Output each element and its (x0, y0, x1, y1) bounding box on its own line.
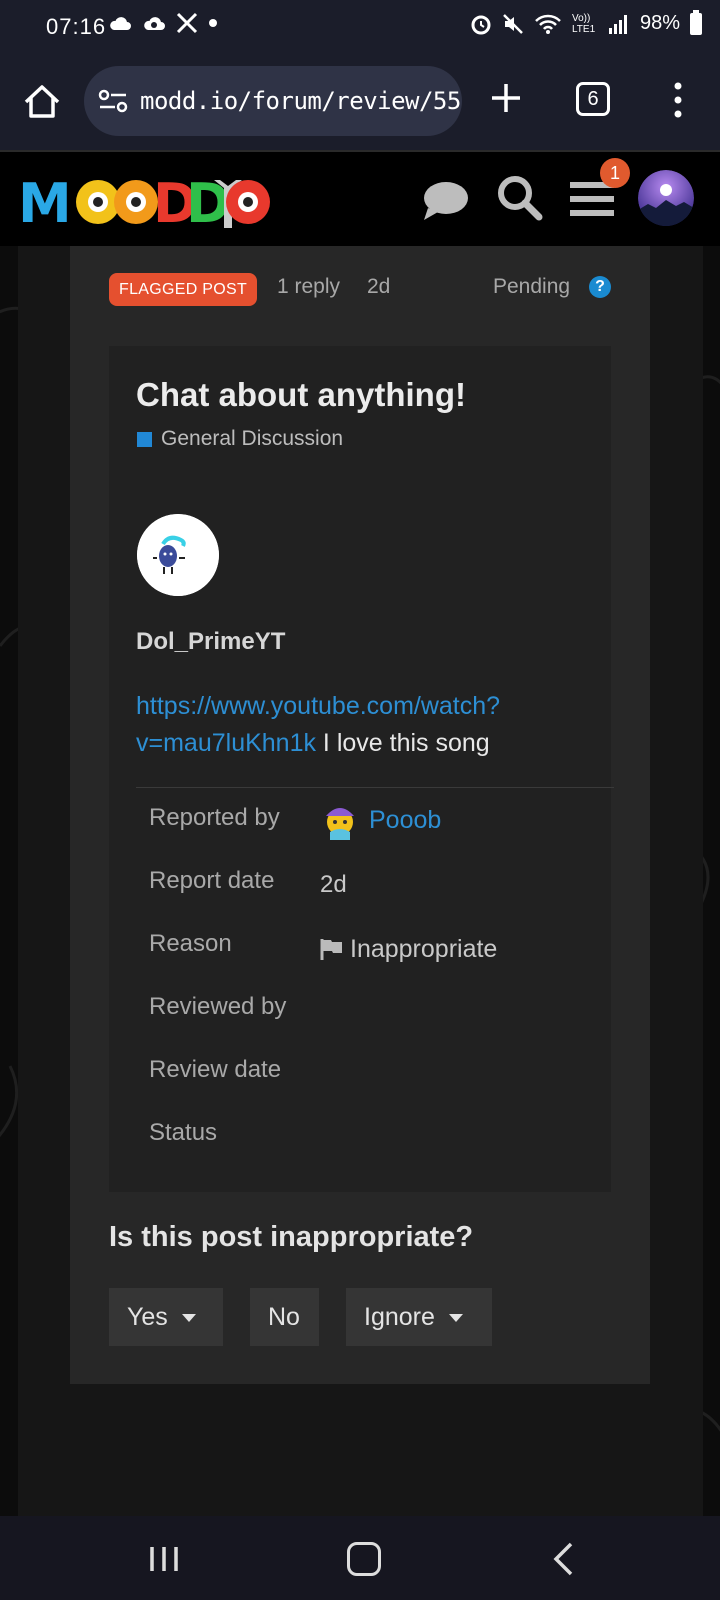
status-left-icons (108, 12, 218, 34)
caret-down-icon (448, 1314, 463, 1323)
status-bar: 07:16 Vo)) LTE1 98% (0, 0, 720, 52)
back-icon[interactable] (552, 1542, 574, 1576)
flag-icon (320, 939, 342, 960)
flagged-post-badge: FLAGGED POST (109, 273, 258, 306)
dot-icon (209, 19, 217, 27)
cloud-sync-icon (144, 17, 165, 30)
network-type: Vo)) LTE1 (571, 12, 596, 35)
yes-dropdown-button[interactable]: Yes (109, 1288, 223, 1346)
post-body: https://www.youtube.com/watch?v=mau7luKh… (136, 688, 586, 762)
no-button-label: No (268, 1303, 300, 1331)
chat-icon[interactable] (420, 178, 470, 222)
yes-button-label: Yes (127, 1303, 168, 1331)
author-username[interactable]: Dol_PrimeYT (136, 628, 285, 656)
divider (136, 787, 614, 788)
wifi-icon (535, 14, 561, 34)
no-button[interactable]: No (250, 1288, 319, 1346)
site-header: M D D 1 (0, 150, 720, 246)
recent-apps-icon[interactable] (149, 1545, 179, 1573)
review-date-label: Review date (149, 1056, 282, 1083)
post-age: 2d (367, 275, 391, 298)
new-tab-icon[interactable] (488, 80, 524, 116)
status-label: Status (149, 1119, 218, 1146)
battery-percent: 98% (639, 12, 680, 34)
address-bar[interactable]: modd.io/forum/review/55 (84, 66, 462, 136)
ignore-button-label: Ignore (364, 1303, 435, 1331)
url-text[interactable]: modd.io/forum/review/55 (140, 87, 461, 115)
user-avatar-icon[interactable] (638, 170, 694, 226)
home-icon[interactable] (22, 82, 62, 122)
moddio-logo[interactable]: M D D (18, 170, 272, 232)
status-right-icons: Vo)) LTE1 98% (470, 9, 702, 35)
system-navigation-bar (0, 1516, 720, 1600)
report-date-label: Report date (149, 867, 275, 894)
reported-by-label: Reported by (149, 804, 280, 831)
browser-toolbar: modd.io/forum/review/55 6 (0, 52, 720, 150)
ignore-dropdown-button[interactable]: Ignore (346, 1288, 492, 1346)
category-label[interactable]: General Discussion (161, 427, 343, 451)
notification-badge[interactable]: 1 (600, 158, 630, 188)
svg-text:M: M (18, 172, 72, 232)
moderation-question: Is this post inappropriate? (109, 1221, 474, 1253)
reply-count: 1 reply (277, 275, 341, 298)
x-app-icon (176, 12, 198, 34)
reviewed-by-label: Reviewed by (149, 993, 287, 1020)
author-avatar[interactable] (137, 514, 219, 596)
alarm-icon (471, 15, 491, 34)
report-date-value: 2d (320, 871, 347, 898)
post-text: I love this song (315, 729, 490, 757)
battery-icon (690, 9, 702, 35)
clock: 07:16 (46, 14, 107, 39)
home-nav-button[interactable] (347, 1542, 381, 1576)
reporter-username[interactable]: Pooob (369, 806, 441, 835)
topic-title[interactable]: Chat about anything! (136, 376, 466, 414)
reason-label: Reason (149, 930, 232, 957)
more-options-icon[interactable] (668, 80, 688, 120)
site-settings-icon[interactable] (98, 88, 128, 114)
search-icon[interactable] (494, 172, 544, 222)
signal-icon (608, 14, 627, 34)
caret-down-icon (181, 1314, 196, 1323)
mute-icon (503, 13, 523, 34)
reason-value: Inappropriate (350, 935, 498, 963)
tab-switcher-button[interactable]: 6 (576, 82, 610, 116)
review-status: Pending (493, 275, 571, 298)
help-icon[interactable]: ? (589, 276, 611, 298)
reporter-avatar[interactable] (320, 800, 360, 842)
cloud-icon (110, 17, 131, 30)
category-color-swatch (137, 432, 152, 447)
